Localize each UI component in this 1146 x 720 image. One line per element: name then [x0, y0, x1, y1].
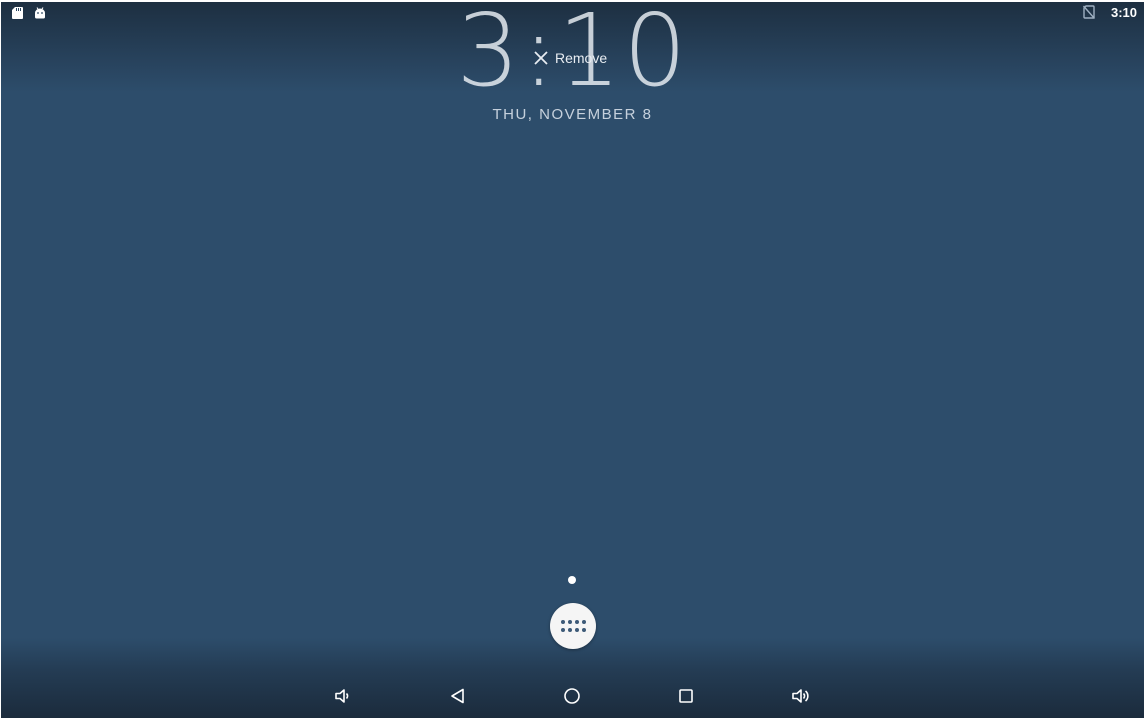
recents-button[interactable] — [666, 674, 706, 718]
volume-down-icon — [335, 689, 349, 703]
recents-icon — [679, 689, 693, 703]
volume-up-icon — [792, 689, 809, 703]
remove-drop-target[interactable]: Remove — [533, 50, 607, 66]
back-icon — [451, 688, 464, 704]
navigation-bar — [1, 674, 1144, 718]
all-apps-icon — [561, 620, 586, 632]
back-button[interactable] — [438, 674, 478, 718]
all-apps-button[interactable] — [550, 603, 596, 649]
home-icon — [564, 688, 580, 704]
remove-label: Remove — [555, 50, 608, 66]
home-button[interactable] — [552, 674, 592, 718]
close-icon — [534, 51, 548, 65]
home-screen: 3:10 3:10 THU, NOVEMBER 8 Remove — [1, 2, 1144, 718]
volume-down-button[interactable] — [323, 674, 363, 718]
page-indicator — [568, 576, 576, 584]
volume-up-button[interactable] — [781, 674, 821, 718]
clock-date[interactable]: THU, NOVEMBER 8 — [1, 106, 1144, 123]
